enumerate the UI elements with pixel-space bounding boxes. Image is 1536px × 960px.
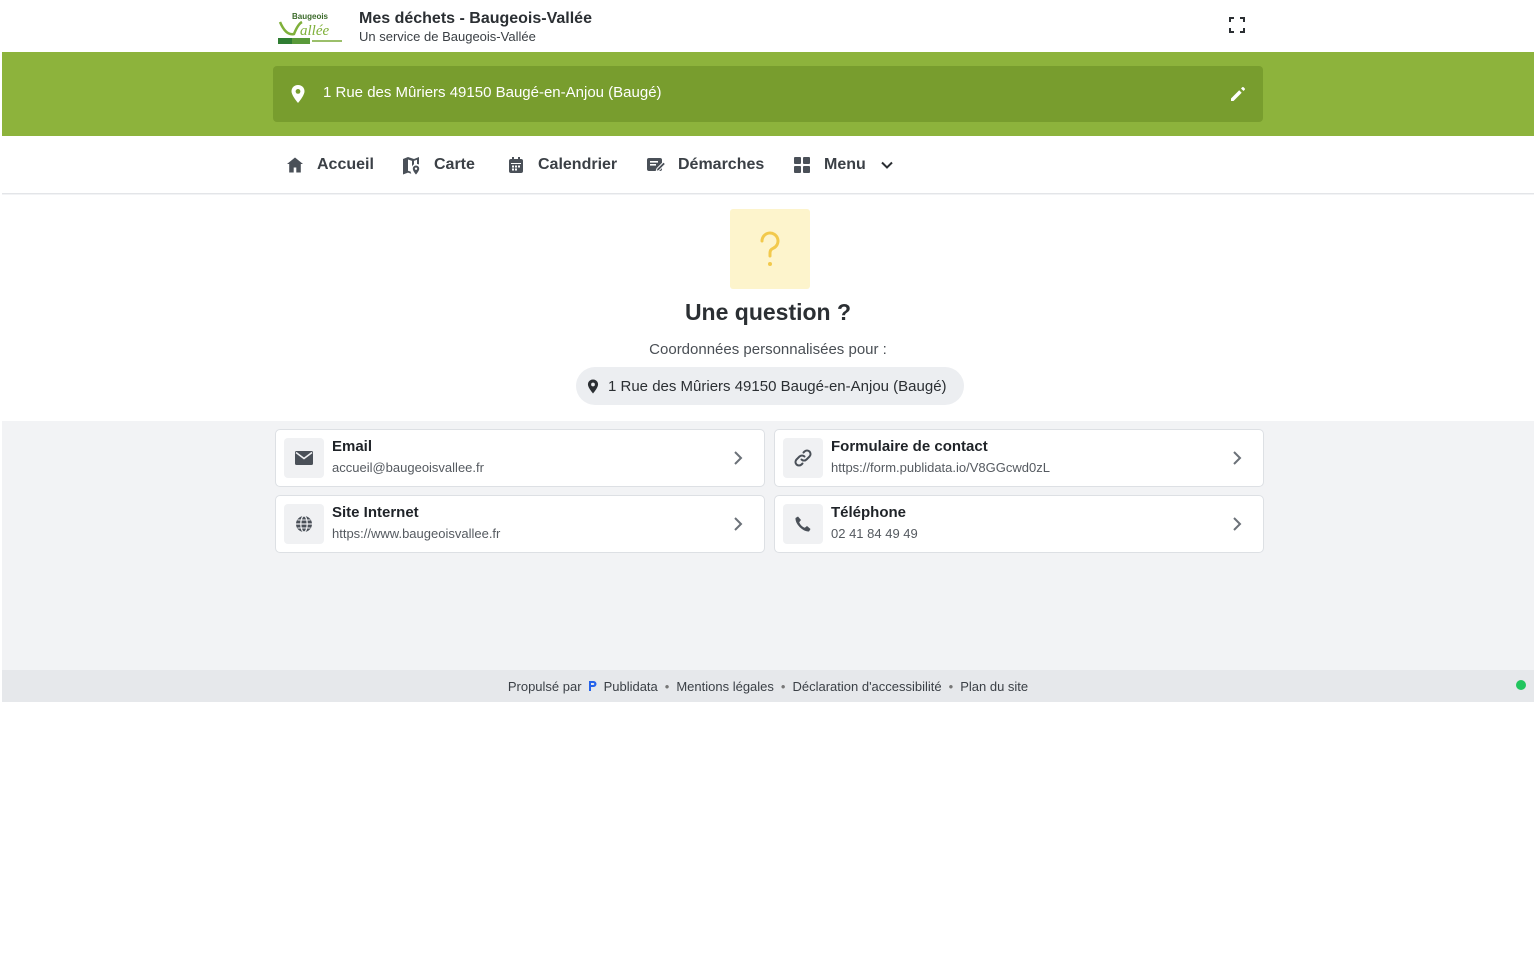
chevron-right-icon	[728, 448, 748, 468]
svg-text:Baugeois: Baugeois	[292, 12, 329, 21]
link-icon	[783, 438, 823, 478]
baugeois-vallee-logo[interactable]: Baugeois allée	[276, 10, 344, 46]
footer: Propulsé par Publidata • Mentions légale…	[2, 670, 1534, 702]
chevron-down-icon	[880, 158, 894, 172]
footer-separator: •	[948, 678, 954, 694]
nav-item-label: Carte	[434, 156, 475, 173]
contact-card-formulaire[interactable]: Formulaire de contact https://form.publi…	[774, 429, 1264, 487]
chevron-right-icon	[728, 514, 748, 534]
plan-du-site-link[interactable]: Plan du site	[960, 679, 1028, 694]
fullscreen-button[interactable]	[1226, 16, 1248, 38]
question-title: Une question ?	[684, 299, 852, 325]
accessibilite-link[interactable]: Déclaration d'accessibilité	[792, 679, 941, 694]
envelope-icon	[284, 438, 324, 478]
question-section: Une question ? Coordonnées personnalisée…	[2, 195, 1534, 421]
svg-text:allée: allée	[300, 23, 329, 39]
address-band: 1 Rue des Mûriers 49150 Baugé-en-Anjou (…	[2, 52, 1534, 136]
publidata-icon	[588, 680, 598, 692]
nav-item-label: Démarches	[678, 156, 765, 173]
map-pin-icon	[289, 84, 307, 109]
form-edit-icon	[646, 155, 666, 175]
pencil-icon[interactable]	[1227, 83, 1249, 105]
chevron-right-icon	[1227, 448, 1247, 468]
home-icon	[285, 155, 305, 175]
nav-item-demarches[interactable]: Démarches	[646, 136, 764, 194]
map-pin-icon	[586, 378, 600, 395]
publidata-label: Publidata	[603, 678, 658, 694]
fullscreen-icon	[1229, 16, 1245, 38]
grid-icon	[792, 155, 812, 175]
contact-value: https://www.baugeoisvallee.fr	[332, 526, 501, 541]
nav-item-accueil[interactable]: Accueil	[285, 136, 374, 194]
app-frame: Baugeois allée Mes déchets - Baugeois-Va…	[2, 2, 1534, 702]
contact-title: Téléphone	[831, 504, 907, 521]
chevron-right-icon	[1227, 514, 1247, 534]
contact-value: accueil@baugeoisvallee.fr	[332, 460, 484, 475]
nav-item-carte[interactable]: Carte	[402, 136, 475, 194]
address-chip: 1 Rue des Mûriers 49150 Baugé-en-Anjou (…	[576, 367, 964, 405]
address-chip-text: 1 Rue des Mûriers 49150 Baugé-en-Anjou (…	[608, 377, 947, 395]
contact-value: 02 41 84 49 49	[831, 526, 918, 541]
contact-title: Formulaire de contact	[831, 438, 988, 455]
contact-card-email[interactable]: Email accueil@baugeoisvallee.fr	[275, 429, 765, 487]
calendar-icon	[506, 155, 526, 175]
question-subtitle: Coordonnées personnalisées pour :	[649, 341, 887, 358]
address-selector[interactable]: 1 Rue des Mûriers 49150 Baugé-en-Anjou (…	[273, 66, 1263, 122]
nav-item-label: Calendrier	[538, 156, 618, 173]
nav-item-label: Accueil	[317, 156, 374, 173]
question-mark-icon	[730, 209, 810, 289]
contact-card-telephone[interactable]: Téléphone 02 41 84 49 49	[774, 495, 1264, 553]
nav-item-calendrier[interactable]: Calendrier	[506, 136, 617, 194]
main-nav: Accueil Carte Calendrier Démarches Menu	[2, 136, 1534, 194]
footer-separator: •	[780, 678, 786, 694]
nav-item-label: Menu	[824, 156, 866, 173]
top-bar: Baugeois allée Mes déchets - Baugeois-Va…	[2, 2, 1534, 52]
contact-value: https://form.publidata.io/V8GGcwd0zL	[831, 460, 1050, 475]
footer-separator: •	[664, 678, 670, 694]
publidata-link[interactable]: Publidata	[588, 679, 658, 694]
app-subtitle: Un service de Baugeois-Vallée	[359, 29, 536, 44]
phone-icon	[783, 504, 823, 544]
contact-title: Email	[332, 438, 373, 455]
map-icon	[402, 155, 422, 175]
globe-icon	[284, 504, 324, 544]
nav-item-menu[interactable]: Menu	[792, 136, 894, 194]
contact-card-site[interactable]: Site Internet https://www.baugeoisvallee…	[275, 495, 765, 553]
address-text: 1 Rue des Mûriers 49150 Baugé-en-Anjou (…	[323, 84, 662, 101]
app-title: Mes déchets - Baugeois-Vallée	[359, 10, 592, 27]
powered-by-label: Propulsé par	[507, 678, 582, 694]
mentions-legales-link[interactable]: Mentions légales	[676, 679, 774, 694]
status-indicator	[1516, 680, 1526, 690]
contact-title: Site Internet	[332, 504, 419, 521]
